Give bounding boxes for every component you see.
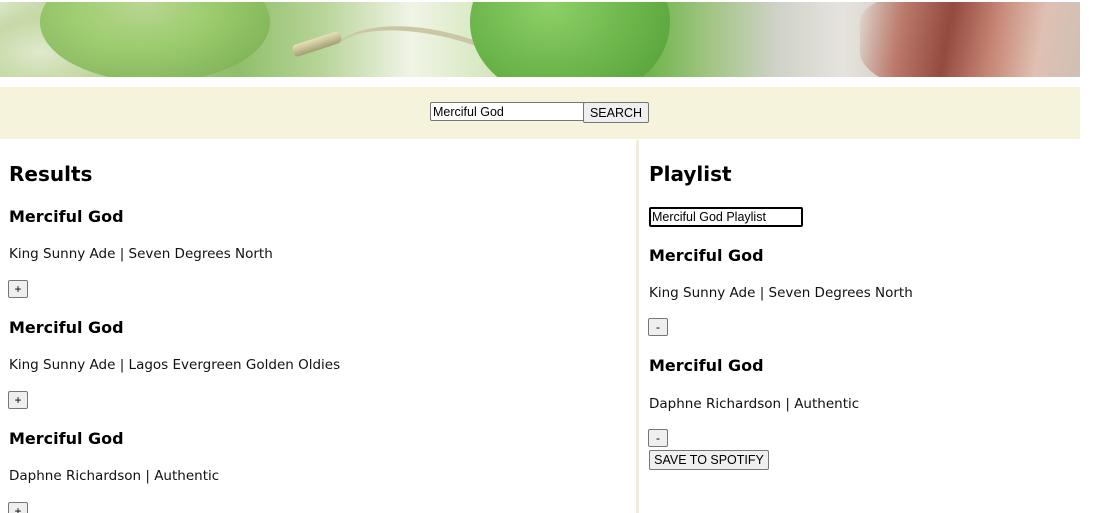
remove-track-button[interactable]: - bbox=[648, 429, 668, 447]
search-bar: SEARCH bbox=[0, 87, 1080, 139]
app-page: SEARCH Results Merciful God King Sunny A… bbox=[0, 0, 1102, 513]
headphone-earcup-image bbox=[40, 2, 270, 77]
result-track-title: Merciful God bbox=[9, 318, 124, 337]
playlist-track-info: King Sunny Ade | Seven Degrees North bbox=[649, 285, 913, 301]
add-track-button[interactable]: + bbox=[8, 391, 28, 409]
add-track-button[interactable]: + bbox=[8, 502, 28, 513]
result-track-info: Daphne Richardson | Authentic bbox=[9, 468, 220, 484]
results-panel: Results Merciful God King Sunny Ade | Se… bbox=[0, 140, 639, 513]
search-button[interactable]: SEARCH bbox=[583, 102, 649, 123]
remove-track-button[interactable]: - bbox=[648, 318, 668, 336]
add-track-button[interactable]: + bbox=[8, 280, 28, 298]
playlist-track-title: Merciful God bbox=[649, 246, 764, 265]
result-track-info: King Sunny Ade | Seven Degrees North bbox=[9, 246, 273, 262]
header-banner-image bbox=[0, 2, 1080, 77]
playlist-name-input[interactable] bbox=[649, 207, 803, 227]
hand-image bbox=[860, 2, 1080, 77]
playlist-track-info: Daphne Richardson | Authentic bbox=[649, 396, 860, 412]
result-track-title: Merciful God bbox=[9, 207, 124, 226]
search-input[interactable] bbox=[430, 102, 586, 121]
result-track-title: Merciful God bbox=[9, 429, 124, 448]
save-to-spotify-button[interactable]: SAVE TO SPOTIFY bbox=[649, 450, 769, 470]
playlist-panel: Playlist Merciful God King Sunny Ade | S… bbox=[640, 140, 1080, 513]
headphone-cup-image bbox=[470, 2, 670, 77]
playlist-track-title: Merciful God bbox=[649, 356, 764, 375]
playlist-heading: Playlist bbox=[649, 162, 732, 186]
results-heading: Results bbox=[9, 162, 93, 186]
result-track-info: King Sunny Ade | Lagos Evergreen Golden … bbox=[9, 357, 341, 373]
